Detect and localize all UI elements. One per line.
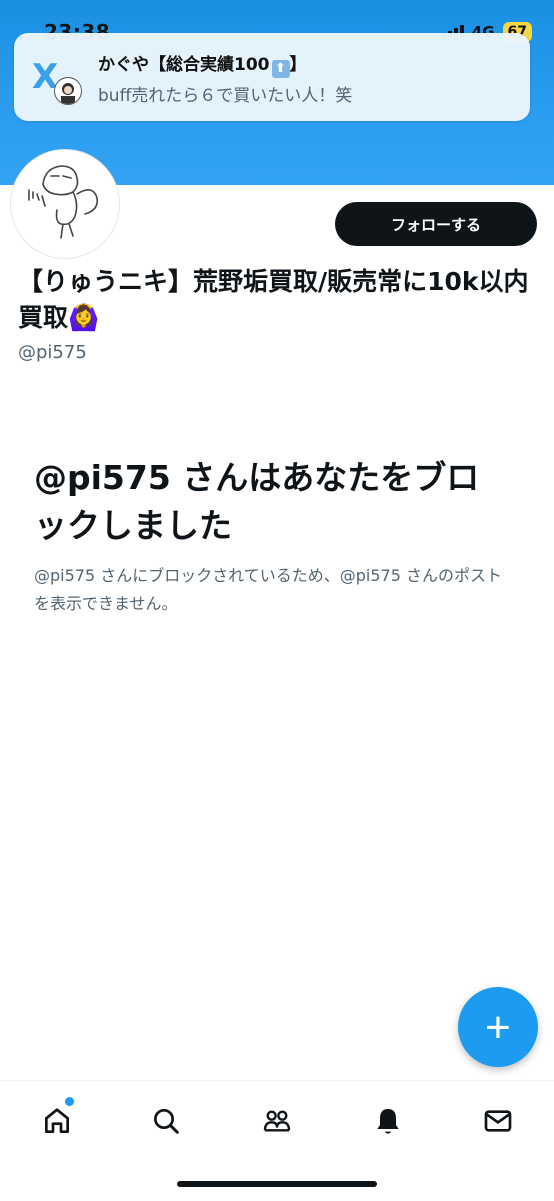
bell-icon [377,1109,399,1134]
notification-title: かぐや【総合実績100 ⬆】 [98,55,307,78]
notification-body: buff売れたら６で買いたい人！笑 [98,86,353,106]
home-icon [45,1108,69,1133]
doodle-avatar-icon [28,165,99,239]
search-icon [154,1109,179,1134]
up-arrow-icon: ⬆ [271,60,290,78]
push-notification[interactable]: X かぐや【総合実績100 ⬆】 buff売れたら６で買いたい人！笑 [14,33,530,121]
blocked-title: @pi575 さんはあなたをブロックしました [34,458,480,545]
notification-avatar [54,77,82,105]
profile-display-name: 【りゅうニキ】荒野垢買取/販売常に10k以内買取🙆‍♀️ [18,267,529,332]
profile-avatar[interactable] [11,150,119,258]
nav-notifications[interactable] [368,1101,408,1141]
home-indicator [177,1181,377,1187]
compose-post-button[interactable]: + [458,987,538,1067]
nav-badge [65,1097,74,1106]
nav-search[interactable] [146,1101,186,1141]
profile-handle: @pi575 [18,342,87,363]
blocked-description: @pi575 さんにブロックされているため、@pi575 さんのポストを表示でき… [34,566,502,613]
nav-communities[interactable] [257,1101,297,1141]
nav-messages[interactable] [478,1101,518,1141]
follow-button[interactable]: フォローする [335,202,537,246]
nav-home[interactable] [37,1097,77,1141]
mail-icon [484,1110,512,1132]
communities-icon [263,1110,291,1132]
plus-icon: + [485,1003,511,1052]
